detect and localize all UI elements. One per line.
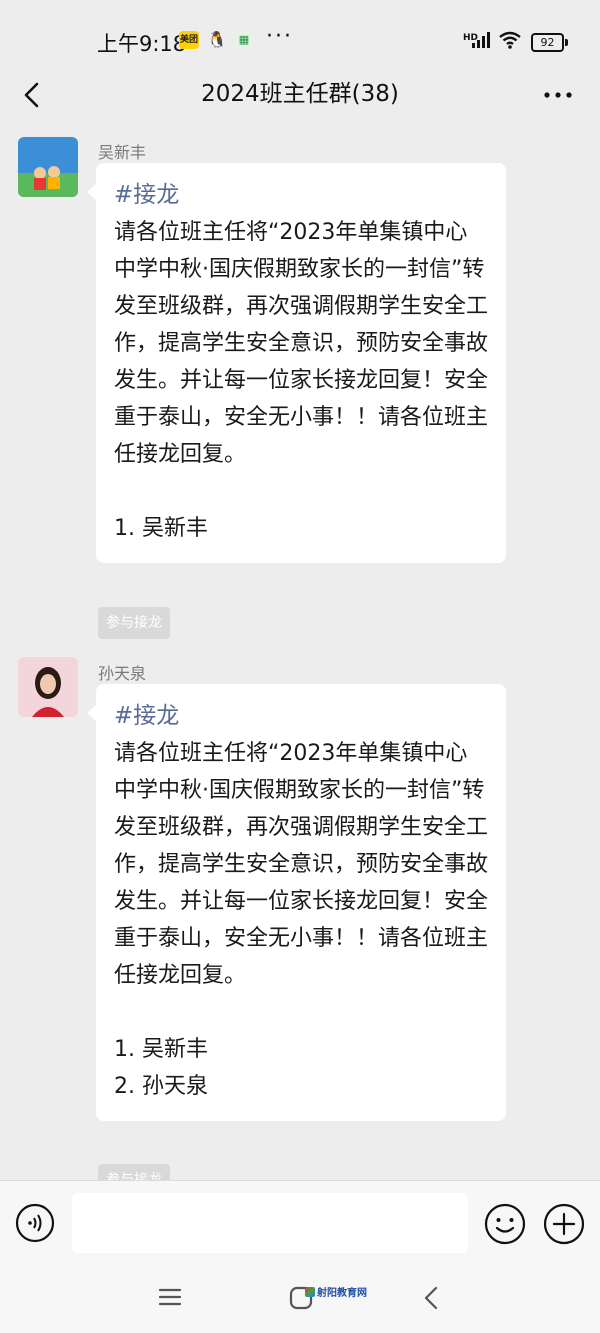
avatar[interactable]: [18, 137, 78, 197]
system-nav-bar: 射阳教育网: [0, 1265, 600, 1333]
status-time: 上午9:18: [97, 32, 187, 56]
hamburger-icon: [158, 1288, 182, 1306]
jielong-entry: 1. 吴新丰: [114, 1037, 208, 1062]
signal-icon: [472, 32, 490, 48]
status-more: ···: [266, 24, 293, 49]
chat-menu-button[interactable]: [540, 78, 576, 112]
title-bar: 2024班主任群(38): [0, 70, 600, 120]
sheet-app-icon: ▦: [234, 31, 254, 49]
input-bar: [0, 1180, 600, 1266]
voice-button[interactable]: [15, 1203, 55, 1243]
message-text: 请各位班主任将“2023年单集镇中心中学中秋·国庆假期致家长的一封信”转发至班级…: [114, 741, 489, 988]
watermark-mark: [305, 1287, 315, 1297]
message-text: 请各位班主任将“2023年单集镇中心中学中秋·国庆假期致家长的一封信”转发至班级…: [114, 220, 489, 467]
hashtag-link[interactable]: #接龙: [114, 698, 488, 735]
jielong-entry: 2. 孙天泉: [114, 1074, 208, 1099]
qq-app-icon: 🐧: [207, 30, 227, 49]
avatar-image: [18, 657, 78, 717]
voice-icon: [15, 1203, 55, 1243]
wifi-icon: [499, 31, 521, 49]
hashtag-link[interactable]: #接龙: [114, 177, 488, 214]
emoji-button[interactable]: [484, 1203, 526, 1245]
avatar[interactable]: [18, 657, 78, 717]
plus-icon: [543, 1203, 585, 1245]
battery-indicator: 92: [531, 33, 568, 52]
back-triangle-icon: [424, 1286, 438, 1310]
watermark-text: 射阳教育网: [317, 1288, 367, 1299]
jielong-entry: 1. 吴新丰: [114, 516, 208, 541]
avatar-image: [18, 137, 78, 197]
emoji-icon: [484, 1203, 526, 1245]
join-jielong-button[interactable]: 参与接龙: [98, 607, 170, 639]
message-bubble[interactable]: #接龙 请各位班主任将“2023年单集镇中心中学中秋·国庆假期致家长的一封信”转…: [87, 163, 506, 563]
status-bar: 上午9:18 美团 🐧 ▦ ··· HD 92: [0, 0, 600, 70]
meituan-app-icon: 美团: [179, 31, 199, 49]
system-back-button[interactable]: [420, 1285, 442, 1311]
watermark-logo: 射阳教育网: [305, 1284, 367, 1299]
message-bubble[interactable]: #接龙 请各位班主任将“2023年单集镇中心中学中秋·国庆假期致家长的一封信”转…: [87, 684, 506, 1121]
sender-name: 孙天泉: [98, 664, 147, 683]
more-actions-button[interactable]: [543, 1203, 585, 1245]
message-input[interactable]: [72, 1193, 468, 1253]
sender-name: 吴新丰: [98, 143, 147, 162]
chat-title: 2024班主任群(38): [201, 81, 399, 107]
more-dots-icon: [544, 92, 572, 98]
recent-apps-button[interactable]: [158, 1285, 182, 1309]
